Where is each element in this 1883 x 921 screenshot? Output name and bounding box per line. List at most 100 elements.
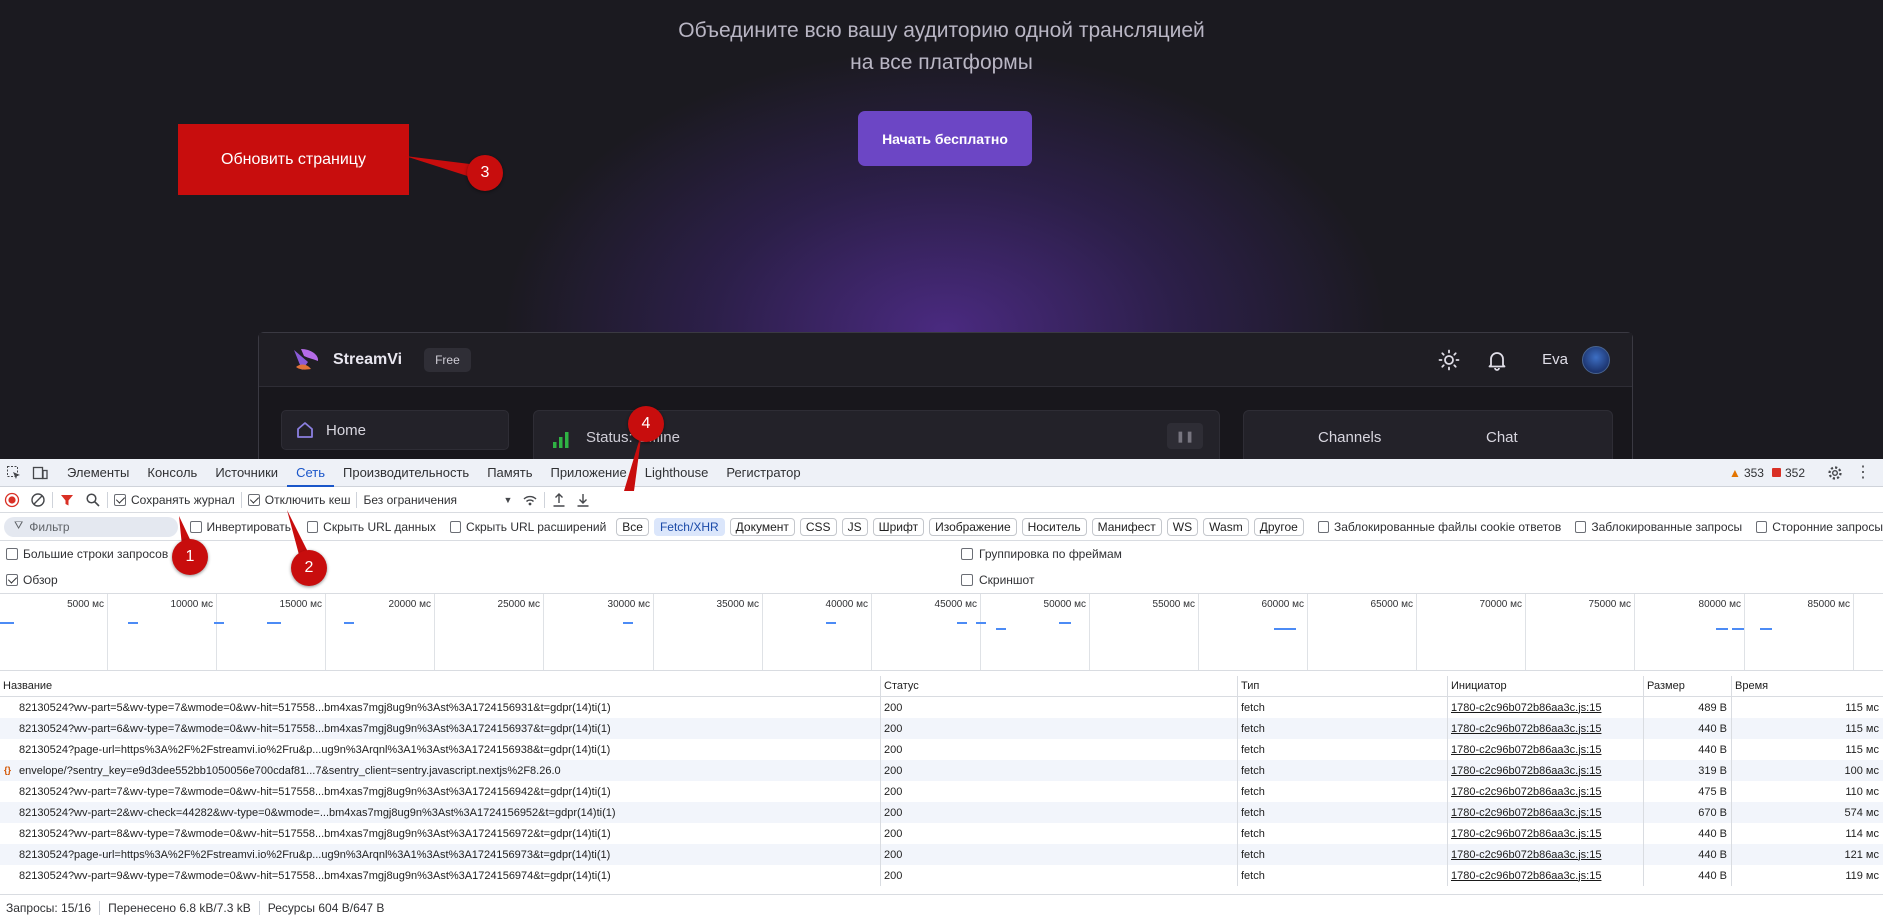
type-filter-all[interactable]: Все bbox=[616, 517, 649, 536]
column-header-initiator[interactable]: Инициатор bbox=[1448, 676, 1644, 696]
table-row[interactable]: {} envelope/?sentry_key=e9d3dee552bb10500… bbox=[0, 760, 1883, 781]
overview-checkbox[interactable] bbox=[6, 574, 18, 586]
table-row[interactable]: 82130524?wv-part=8&wv-type=7&wmode=0&wv-… bbox=[0, 823, 1883, 844]
type-filter-manifest[interactable]: Манифест bbox=[1091, 517, 1162, 536]
column-header-status[interactable]: Статус bbox=[881, 676, 1238, 696]
initiator-link[interactable]: 1780-c2c96b072b86aa3c.js:15 bbox=[1451, 807, 1601, 819]
request-name[interactable]: 82130524?wv-part=8&wv-type=7&wmode=0&wv-… bbox=[0, 823, 881, 844]
tab-memory[interactable]: Память bbox=[478, 459, 541, 487]
column-header-name[interactable]: Название bbox=[0, 676, 881, 696]
initiator-link[interactable]: 1780-c2c96b072b86aa3c.js:15 bbox=[1451, 849, 1601, 861]
tab-recorder[interactable]: Регистратор bbox=[717, 459, 809, 487]
record-stop-icon[interactable] bbox=[4, 492, 20, 508]
blocked-requests-checkbox[interactable] bbox=[1575, 520, 1587, 533]
request-name[interactable]: 82130524?wv-part=6&wv-type=7&wmode=0&wv-… bbox=[0, 718, 881, 739]
invert-checkbox[interactable] bbox=[190, 520, 202, 533]
tab-elements[interactable]: Элементы bbox=[58, 459, 138, 487]
preserve-log-checkbox[interactable] bbox=[114, 493, 126, 506]
initiator-link[interactable]: 1780-c2c96b072b86aa3c.js:15 bbox=[1451, 786, 1601, 798]
tab-lighthouse[interactable]: Lighthouse bbox=[636, 459, 718, 487]
request-name[interactable]: 82130524?wv-part=7&wv-type=7&wmode=0&wv-… bbox=[0, 781, 881, 802]
pause-button[interactable]: ❚❚ bbox=[1167, 423, 1203, 449]
request-name[interactable]: 82130524?page-url=https%3A%2F%2Fstreamvi… bbox=[0, 739, 881, 760]
request-name[interactable]: 82130524?page-url=https%3A%2F%2Fstreamvi… bbox=[0, 844, 881, 865]
request-initiator[interactable]: 1780-c2c96b072b86aa3c.js:15 bbox=[1448, 802, 1644, 823]
sun-icon[interactable] bbox=[1438, 349, 1460, 371]
type-filter-media[interactable]: Носитель bbox=[1021, 517, 1087, 536]
initiator-link[interactable]: 1780-c2c96b072b86aa3c.js:15 bbox=[1451, 723, 1601, 735]
tab-performance[interactable]: Производительность bbox=[334, 459, 478, 487]
chevron-down-icon[interactable]: ▼ bbox=[503, 495, 512, 505]
type-filter-img[interactable]: Изображение bbox=[929, 517, 1017, 536]
throttling-select[interactable]: Без ограничения bbox=[363, 493, 503, 507]
bell-icon[interactable] bbox=[1486, 349, 1508, 371]
request-initiator[interactable]: 1780-c2c96b072b86aa3c.js:15 bbox=[1448, 823, 1644, 844]
type-filter-css[interactable]: CSS bbox=[799, 517, 837, 536]
settings-gear-icon[interactable] bbox=[1827, 465, 1843, 481]
clear-icon[interactable] bbox=[30, 492, 46, 508]
table-row[interactable]: 82130524?wv-part=5&wv-type=7&wmode=0&wv-… bbox=[0, 697, 1883, 718]
table-row[interactable]: 82130524?wv-part=6&wv-type=7&wmode=0&wv-… bbox=[0, 718, 1883, 739]
initiator-link[interactable]: 1780-c2c96b072b86aa3c.js:15 bbox=[1451, 765, 1601, 777]
big-rows-checkbox[interactable] bbox=[6, 548, 18, 560]
table-row[interactable]: 82130524?wv-part=9&wv-type=7&wmode=0&wv-… bbox=[0, 865, 1883, 886]
column-header-time[interactable]: Время bbox=[1732, 676, 1883, 696]
search-icon[interactable] bbox=[85, 492, 101, 508]
initiator-link[interactable]: 1780-c2c96b072b86aa3c.js:15 bbox=[1451, 828, 1601, 840]
network-conditions-icon[interactable] bbox=[522, 492, 538, 508]
network-overview-timeline[interactable]: 5000 мс 10000 мс 15000 мс 20000 мс 25000 мс 3… bbox=[0, 593, 1883, 671]
type-filter-ws[interactable]: WS bbox=[1166, 517, 1199, 536]
warnings-count[interactable]: 353 bbox=[1744, 466, 1764, 480]
export-har-icon[interactable] bbox=[575, 492, 591, 508]
request-name[interactable]: 82130524?wv-part=9&wv-type=7&wmode=0&wv-… bbox=[0, 865, 881, 886]
request-initiator[interactable]: 1780-c2c96b072b86aa3c.js:15 bbox=[1448, 781, 1644, 802]
device-toolbar-icon[interactable] bbox=[32, 465, 48, 481]
request-name[interactable]: 82130524?wv-part=5&wv-type=7&wmode=0&wv-… bbox=[0, 697, 881, 718]
inspect-element-icon[interactable] bbox=[6, 465, 22, 481]
table-row[interactable]: 82130524?page-url=https%3A%2F%2Fstreamvi… bbox=[0, 739, 1883, 760]
column-header-type[interactable]: Тип bbox=[1238, 676, 1448, 696]
table-row[interactable]: 82130524?wv-part=2&wv-check=44282&wv-typ… bbox=[0, 802, 1883, 823]
request-initiator[interactable]: 1780-c2c96b072b86aa3c.js:15 bbox=[1448, 697, 1644, 718]
request-initiator[interactable]: 1780-c2c96b072b86aa3c.js:15 bbox=[1448, 739, 1644, 760]
start-free-button[interactable]: Начать бесплатно bbox=[858, 111, 1032, 166]
tab-network[interactable]: Сеть bbox=[287, 459, 334, 487]
tab-application[interactable]: Приложение bbox=[541, 459, 635, 487]
initiator-link[interactable]: 1780-c2c96b072b86aa3c.js:15 bbox=[1451, 744, 1601, 756]
more-menu-icon[interactable]: ⋮ bbox=[1855, 464, 1871, 481]
hide-ext-urls-checkbox[interactable] bbox=[449, 520, 462, 533]
filter-input[interactable]: ⛛ Фильтр bbox=[4, 516, 179, 537]
type-filter-js[interactable]: JS bbox=[841, 517, 868, 536]
third-party-checkbox[interactable] bbox=[1756, 520, 1768, 533]
request-name[interactable]: {} envelope/?sentry_key=e9d3dee552bb10500… bbox=[0, 760, 881, 781]
tab-console[interactable]: Консоль bbox=[138, 459, 206, 487]
tab-chat[interactable]: Chat bbox=[1486, 429, 1518, 446]
disable-cache-checkbox[interactable] bbox=[247, 493, 260, 506]
avatar[interactable] bbox=[1582, 345, 1610, 374]
request-name[interactable]: 82130524?wv-part=2&wv-check=44282&wv-typ… bbox=[0, 802, 881, 823]
errors-count[interactable]: 352 bbox=[1785, 466, 1805, 480]
blocked-cookies-checkbox[interactable] bbox=[1317, 520, 1329, 533]
tab-channels[interactable]: Channels bbox=[1318, 429, 1381, 446]
type-filter-font[interactable]: Шрифт bbox=[872, 517, 925, 536]
initiator-link[interactable]: 1780-c2c96b072b86aa3c.js:15 bbox=[1451, 870, 1601, 882]
request-initiator[interactable]: 1780-c2c96b072b86aa3c.js:15 bbox=[1448, 718, 1644, 739]
request-initiator[interactable]: 1780-c2c96b072b86aa3c.js:15 bbox=[1448, 844, 1644, 865]
sidebar-item-home[interactable]: Home bbox=[281, 410, 509, 450]
initiator-link[interactable]: 1780-c2c96b072b86aa3c.js:15 bbox=[1451, 702, 1601, 714]
type-filter-wasm[interactable]: Wasm bbox=[1203, 517, 1249, 536]
screenshot-checkbox[interactable] bbox=[961, 574, 973, 586]
import-har-icon[interactable] bbox=[551, 492, 567, 508]
type-filter-other[interactable]: Другое bbox=[1253, 517, 1304, 536]
hide-data-urls-checkbox[interactable] bbox=[307, 520, 319, 533]
group-frames-checkbox[interactable] bbox=[961, 548, 973, 560]
type-filter-fetch-xhr[interactable]: Fetch/XHR bbox=[653, 517, 725, 536]
table-row[interactable]: 82130524?page-url=https%3A%2F%2Fstreamvi… bbox=[0, 844, 1883, 865]
filter-funnel-icon[interactable] bbox=[59, 492, 75, 508]
type-filter-doc[interactable]: Документ bbox=[729, 517, 795, 536]
table-row[interactable]: 82130524?wv-part=7&wv-type=7&wmode=0&wv-… bbox=[0, 781, 1883, 802]
request-initiator[interactable]: 1780-c2c96b072b86aa3c.js:15 bbox=[1448, 865, 1644, 886]
tab-sources[interactable]: Источники bbox=[206, 459, 287, 487]
column-header-size[interactable]: Размер bbox=[1644, 676, 1732, 696]
request-initiator[interactable]: 1780-c2c96b072b86aa3c.js:15 bbox=[1448, 760, 1644, 781]
